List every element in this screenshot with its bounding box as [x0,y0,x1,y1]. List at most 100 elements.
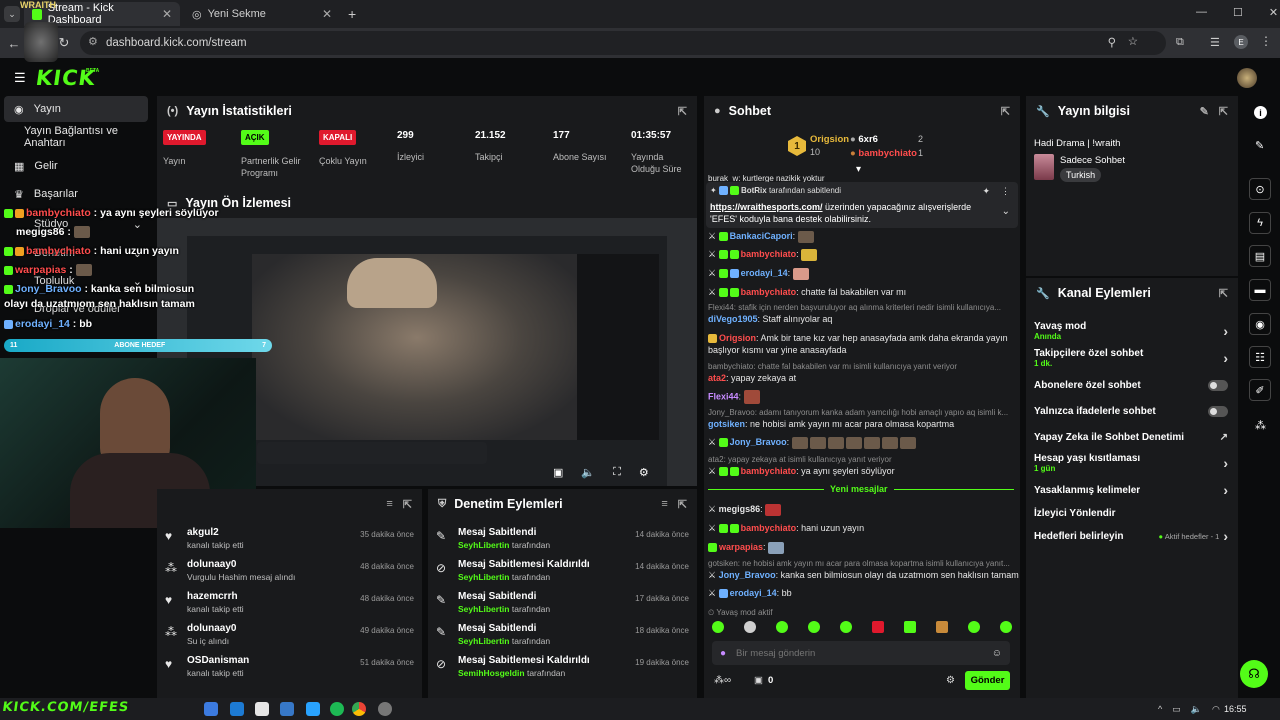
volume-icon[interactable]: 🔈 [581,466,595,479]
popout-icon[interactable]: ⇱ [1001,105,1010,118]
unpin-icon[interactable]: ✦ [982,186,990,197]
reading-list-icon[interactable]: ☰ [1210,36,1220,49]
edit-icon[interactable]: ✎ [1200,105,1209,118]
close-tab-icon[interactable]: ✕ [162,7,172,21]
sidebar-item-yayin[interactable]: ◉ Yayın [4,96,148,122]
maximize-icon[interactable]: ☐ [1233,6,1243,19]
emote-icon[interactable] [968,621,980,633]
chat-input-box[interactable]: ● ☺ [712,641,1010,665]
profile-avatar[interactable]: E [1234,35,1248,49]
emote-icon[interactable] [808,621,820,633]
filter-icon[interactable]: ≡ [386,498,392,511]
chat-user[interactable]: Jony_Bravoo [719,570,776,580]
toolbar-bolt-icon[interactable]: ϟ [1249,212,1271,234]
new-tab-icon[interactable]: + [348,6,356,22]
pinned-link[interactable]: https://wraithesports.com/ [710,202,823,212]
taskbar-browser-icon[interactable] [352,702,366,716]
chat-user[interactable]: Jony_Bravoo [730,437,787,447]
site-info-icon[interactable]: ⚙ [88,35,98,48]
taskbar-app-icon[interactable] [330,702,344,716]
chat-user[interactable]: Flexi44 [708,391,739,401]
taskbar-app-icon[interactable] [230,702,244,716]
emote-icon[interactable] [904,621,916,633]
mic-icon[interactable]: ● [720,648,726,659]
taskbar-app-icon[interactable] [204,702,218,716]
chat-user[interactable]: erodayi_14 [741,268,788,278]
toolbar-more-icon[interactable]: ⁂ [1255,419,1266,432]
chevron-down-icon[interactable]: ⌄ [1002,206,1010,217]
minimize-icon[interactable]: — [1196,6,1207,19]
fullscreen-icon[interactable]: ⛶ [613,466,621,479]
help-support-icon[interactable]: ☊ [1240,660,1268,688]
action-account-age[interactable]: Hesap yaşı kısıtlaması 1 gün › [1034,453,1228,473]
more-icon[interactable]: ⋮ [1001,186,1010,197]
taskbar-app-icon[interactable] [378,702,392,716]
chat-user[interactable]: diVego1905 [708,314,758,324]
bookmark-star-icon[interactable]: ☆ [1128,34,1138,48]
toolbar-target-icon[interactable]: ⊙ [1249,178,1271,200]
hamburger-menu-icon[interactable]: ☰ [14,70,26,86]
close-window-icon[interactable]: ✕ [1269,6,1278,19]
toolbar-chat-icon[interactable]: ▬ [1249,279,1271,301]
taskbar-app-icon[interactable] [255,702,269,716]
sidebar-item-stream-key[interactable]: Yayın Bağlantısı ve Anahtarı [4,124,148,150]
chat-user[interactable]: ata2 [708,373,726,383]
chat-user[interactable]: bambychiato [741,523,797,533]
subscriber-only-toggle[interactable] [1208,379,1228,391]
sidebar-item-basarilar[interactable]: ♛ Başarılar [4,181,148,207]
back-icon[interactable]: ← [4,33,24,53]
action-follower-only[interactable]: Takipçilere özel sohbet 1 dk. › [1034,348,1228,368]
emote-icon[interactable] [776,621,788,633]
chat-user[interactable]: bambychiato [741,287,797,297]
toolbar-doc-icon[interactable]: ▤ [1249,245,1271,267]
chat-user[interactable]: megigs86 [719,504,761,514]
popout-icon[interactable]: ⇱ [1219,287,1228,300]
action-ai-moderation[interactable]: Yapay Zeka ile Sohbet Denetimi ↗ [1034,430,1228,444]
emoji-icon[interactable]: ☺ [992,648,1002,659]
chat-message-input[interactable] [736,647,982,659]
chat-user[interactable]: Origsion [719,333,756,343]
taskbar-app-icon[interactable] [306,702,320,716]
toolbar-broadcast-icon[interactable]: ◉ [1249,313,1271,335]
action-goals[interactable]: Hedefleri belirleyin ● Aktif hedefler - 1… [1034,528,1228,544]
zoom-icon[interactable]: ⚲ [1108,35,1116,49]
filter-icon[interactable]: ≡ [661,498,667,511]
popout-icon[interactable]: ⇱ [678,105,687,118]
chat-settings-icon[interactable]: ⚙ [946,675,955,686]
extensions-icon[interactable]: ⧉ [1176,36,1184,49]
toolbar-list-icon[interactable]: ☷ [1249,346,1271,368]
close-tab-icon[interactable]: ✕ [322,7,332,21]
chat-user[interactable]: BankaciCapori [730,231,793,241]
emote-icon[interactable] [936,621,948,633]
chat-user[interactable]: bambychiato [741,466,797,476]
emote-icon[interactable] [872,621,884,633]
popout-icon[interactable]: ⇱ [678,498,687,511]
emote-only-toggle[interactable] [1208,405,1228,417]
chat-user[interactable]: erodayi_14 [730,588,777,598]
emote-icon[interactable] [1000,621,1012,633]
tab-search-icon[interactable]: ⌄ [4,6,20,22]
emote-icon[interactable] [744,621,756,633]
settings-icon[interactable]: ⚙ [639,466,649,479]
chat-user[interactable]: bambychiato [741,249,797,259]
chat-user[interactable]: gotsiken [708,419,745,429]
action-banned-words[interactable]: Yasaklanmış kelimeler › [1034,482,1228,498]
browser-menu-icon[interactable]: ⋮ [1260,34,1272,48]
pip-icon[interactable]: ▣ [553,466,563,479]
sidebar-item-gelir[interactable]: ▦ Gelir [4,153,148,179]
emote-icon[interactable] [712,621,724,633]
edit-layout-icon[interactable]: ✎ [1255,139,1264,152]
tab-new-tab[interactable]: ◎ Yeni Sekme ✕ [184,2,340,26]
tray-volume-icon[interactable]: 🔈 [1191,704,1202,715]
action-slow-mode[interactable]: Yavaş mod Anında › [1034,321,1228,341]
tray-chevron-icon[interactable]: ^ [1158,704,1162,715]
popout-icon[interactable]: ⇱ [1219,105,1228,118]
user-avatar[interactable] [1237,68,1257,88]
address-bar[interactable]: ⚙ dashboard.kick.com/stream ⚲ ☆ [80,31,1166,55]
connections-icon[interactable]: ⁂∞ [714,675,731,686]
popout-icon[interactable]: ⇱ [403,498,412,511]
send-button[interactable]: Gönder [965,671,1010,690]
toolbar-wrench-icon[interactable]: ✐ [1249,379,1271,401]
tray-network-icon[interactable]: ▭ [1172,704,1181,715]
action-raid[interactable]: İzleyici Yönlendir [1034,506,1228,520]
